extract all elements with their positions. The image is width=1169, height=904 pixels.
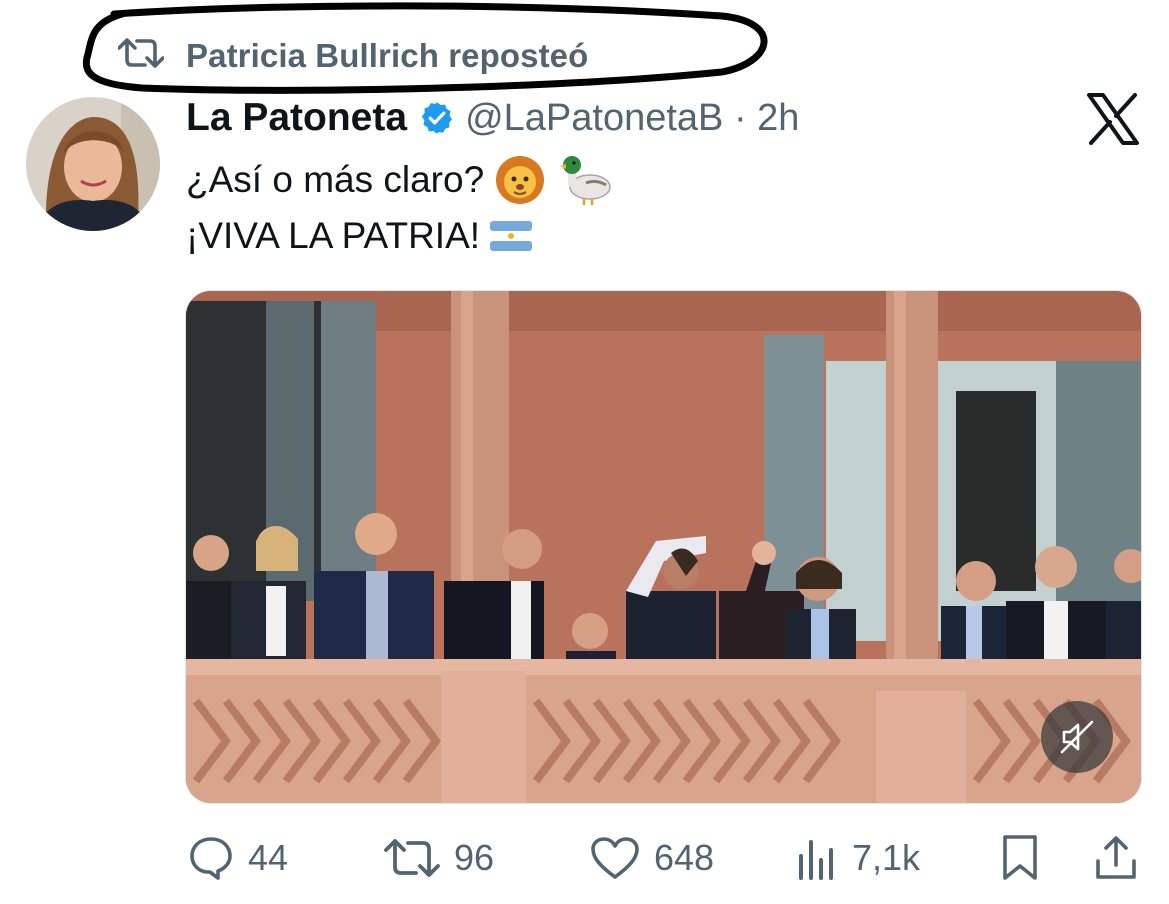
heart-icon bbox=[590, 836, 640, 880]
bookmark-icon bbox=[1000, 834, 1040, 882]
reply-button[interactable]: 44 bbox=[188, 828, 288, 888]
tweet-header: La Patoneta @LaPatonetaB · 2h bbox=[186, 96, 799, 140]
tweet-video[interactable] bbox=[185, 290, 1142, 804]
bookmark-button[interactable] bbox=[1000, 828, 1040, 888]
reply-icon bbox=[188, 835, 234, 881]
like-button[interactable]: 648 bbox=[590, 828, 714, 888]
repost-action-icon bbox=[384, 837, 440, 879]
x-logo-icon bbox=[1086, 93, 1140, 145]
like-count: 648 bbox=[654, 837, 715, 878]
tweet-text-line-2: ¡VIVA LA PATRIA! bbox=[186, 215, 481, 256]
repost-count: 96 bbox=[454, 837, 495, 878]
tweet-text-line-1: ¿Así o más claro? bbox=[186, 159, 485, 200]
lion-face-emoji bbox=[494, 154, 546, 206]
mute-toggle-button[interactable] bbox=[1041, 701, 1113, 773]
duck-emoji bbox=[556, 153, 612, 207]
tweet-actions: 44 96 648 7,1k bbox=[0, 828, 1169, 892]
views-button[interactable]: 7,1k bbox=[796, 828, 920, 888]
views-chart-icon bbox=[796, 836, 838, 880]
views-count: 7,1k bbox=[852, 837, 921, 878]
speaker-muted-icon bbox=[1060, 720, 1094, 754]
tweet-text: ¿Así o más claro? ¡VIVA LA PATRIA! bbox=[186, 152, 612, 264]
display-name[interactable]: La Patoneta bbox=[186, 96, 407, 140]
repost-header[interactable]: Patricia Bullrich reposteó bbox=[117, 36, 589, 75]
share-button[interactable] bbox=[1094, 828, 1138, 888]
repost-icon bbox=[117, 36, 165, 75]
verified-badge-icon bbox=[419, 100, 455, 136]
avatar[interactable] bbox=[26, 97, 160, 231]
handle-and-timestamp[interactable]: @LaPatonetaB · 2h bbox=[465, 97, 799, 140]
repost-button[interactable]: 96 bbox=[384, 828, 494, 888]
repost-label: Patricia Bullrich reposteó bbox=[186, 36, 589, 74]
argentina-flag-emoji bbox=[490, 221, 533, 251]
reply-count: 44 bbox=[248, 837, 289, 878]
share-icon bbox=[1094, 835, 1138, 881]
